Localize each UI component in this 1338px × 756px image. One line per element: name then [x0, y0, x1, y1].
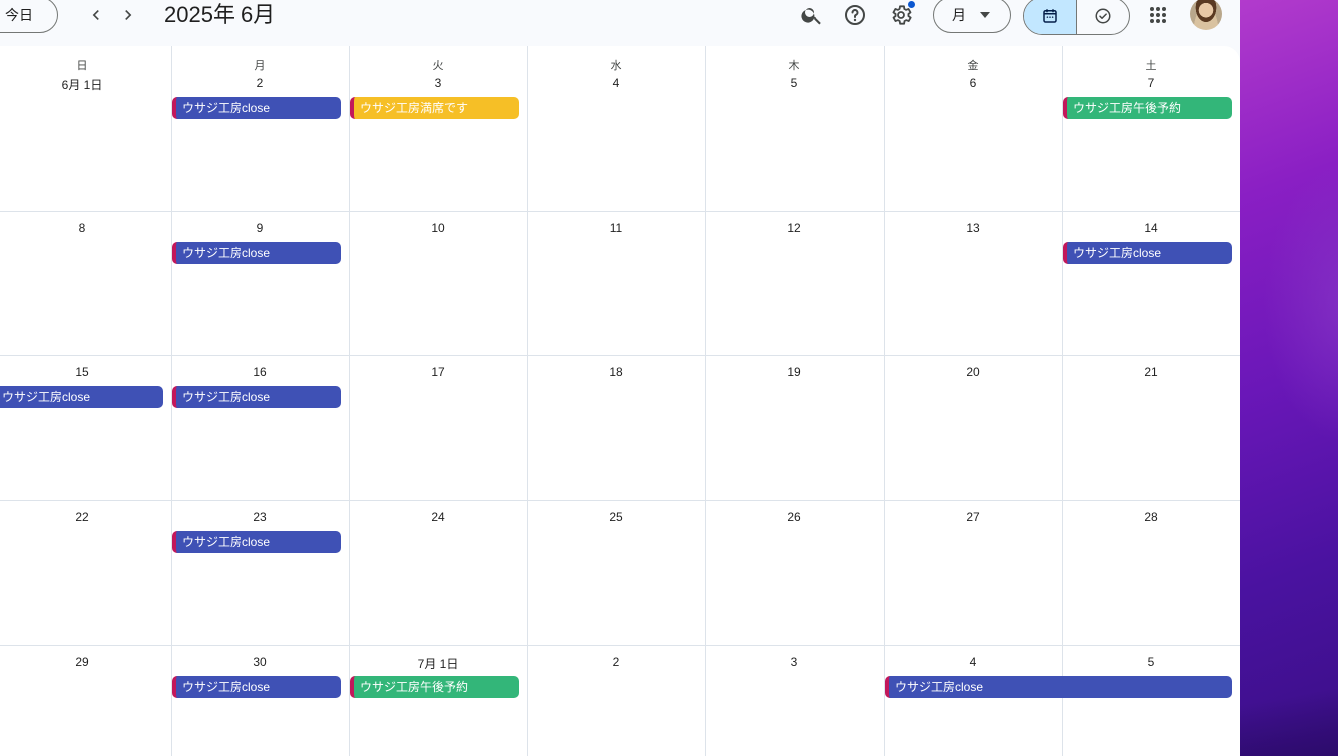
day-cell[interactable]	[705, 46, 884, 211]
calendar-view-button[interactable]	[1024, 0, 1077, 34]
top-bar: 今日 2025年 6月 月	[0, 0, 1240, 46]
day-number[interactable]: 30	[224, 655, 296, 669]
event-chip[interactable]: ウサジ工房close	[0, 386, 163, 408]
day-number[interactable]: 24	[402, 510, 474, 524]
day-cell[interactable]	[527, 46, 705, 211]
day-number[interactable]: 20	[937, 365, 1009, 379]
day-number[interactable]: 7	[1115, 76, 1187, 90]
day-number[interactable]: 28	[1115, 510, 1187, 524]
day-number[interactable]: 19	[758, 365, 830, 379]
day-number[interactable]: 9	[224, 221, 296, 235]
day-number[interactable]: 26	[758, 510, 830, 524]
avatar[interactable]	[1190, 0, 1222, 30]
search-button[interactable]	[798, 1, 826, 29]
day-number[interactable]: 3	[402, 76, 474, 90]
calendar-tasks-toggle	[1023, 0, 1130, 35]
current-month-title: 2025年 6月	[164, 2, 276, 27]
day-number[interactable]: 18	[580, 365, 652, 379]
day-number[interactable]: 16	[224, 365, 296, 379]
day-number[interactable]: 22	[46, 510, 118, 524]
chevron-right-icon	[125, 10, 132, 20]
day-number[interactable]: 17	[402, 365, 474, 379]
day-number[interactable]: 4	[580, 76, 652, 90]
event-chip[interactable]: ウサジ工房午後予約	[1063, 97, 1232, 119]
day-number[interactable]: 10	[402, 221, 474, 235]
tasks-view-button[interactable]	[1077, 0, 1129, 34]
day-number[interactable]: 21	[1115, 365, 1187, 379]
event-chip[interactable]: ウサジ工房close	[1063, 242, 1232, 264]
day-number[interactable]: 13	[937, 221, 1009, 235]
day-number[interactable]: 23	[224, 510, 296, 524]
day-number[interactable]: 2	[224, 76, 296, 90]
day-number[interactable]: 27	[937, 510, 1009, 524]
tasks-check-icon	[1095, 8, 1111, 24]
day-cell[interactable]	[884, 46, 1062, 211]
day-number[interactable]: 6	[937, 76, 1009, 90]
next-month-button[interactable]	[115, 2, 141, 28]
apps-button[interactable]	[1144, 1, 1172, 29]
day-number[interactable]: 8	[46, 221, 118, 235]
day-number[interactable]: 29	[46, 655, 118, 669]
day-number[interactable]: 3	[758, 655, 830, 669]
previous-month-button[interactable]	[83, 2, 109, 28]
day-number[interactable]: 4	[937, 655, 1009, 669]
event-chip[interactable]: ウサジ工房close	[172, 97, 341, 119]
event-chip[interactable]: ウサジ工房午後予約	[350, 676, 519, 698]
day-number[interactable]: 5	[758, 76, 830, 90]
event-chip[interactable]: ウサジ工房close	[885, 676, 1232, 698]
day-cell[interactable]	[349, 46, 527, 211]
view-selector-label: 月	[952, 7, 966, 23]
calendar-icon	[1043, 9, 1057, 23]
day-number[interactable]: 15	[46, 365, 118, 379]
day-number[interactable]: 6月 1日	[46, 76, 118, 93]
month-grid: 日月火水木金土 6月 1日 2 3 4 5 6 7 8 9 10 11 12 13 14 15 16 17 18 19…	[0, 46, 1240, 756]
desktop-wallpaper	[1240, 0, 1338, 756]
day-number[interactable]: 7月 1日	[402, 655, 474, 672]
view-selector[interactable]: 月	[933, 0, 1011, 33]
day-cell[interactable]	[171, 46, 349, 211]
dropdown-arrow-icon	[980, 12, 990, 18]
calendar-app: 今日 2025年 6月 月 日 月 火 水 木 金 土 6月 1日 2 3 4 …	[0, 0, 1240, 756]
help-icon	[845, 5, 865, 25]
help-button[interactable]	[841, 1, 869, 29]
day-number[interactable]: 11	[580, 221, 652, 235]
today-button-label: 今日	[5, 7, 33, 23]
settings-notification-dot	[907, 0, 916, 9]
day-number[interactable]: 5	[1115, 655, 1187, 669]
event-chip[interactable]: ウサジ工房close	[172, 386, 341, 408]
search-icon	[801, 8, 821, 25]
day-number[interactable]: 14	[1115, 221, 1187, 235]
event-chip[interactable]: ウサジ工房close	[172, 531, 341, 553]
day-cell[interactable]	[1062, 46, 1240, 211]
day-cell[interactable]	[0, 46, 171, 211]
day-number[interactable]: 25	[580, 510, 652, 524]
event-chip[interactable]: ウサジ工房close	[172, 676, 341, 698]
event-chip[interactable]: ウサジ工房満席です	[350, 97, 519, 119]
event-chip[interactable]: ウサジ工房close	[172, 242, 341, 264]
chevron-left-icon	[92, 10, 99, 20]
day-number[interactable]: 2	[580, 655, 652, 669]
day-number[interactable]: 12	[758, 221, 830, 235]
today-button[interactable]: 今日	[0, 0, 58, 33]
apps-grid-icon	[1150, 7, 1166, 23]
